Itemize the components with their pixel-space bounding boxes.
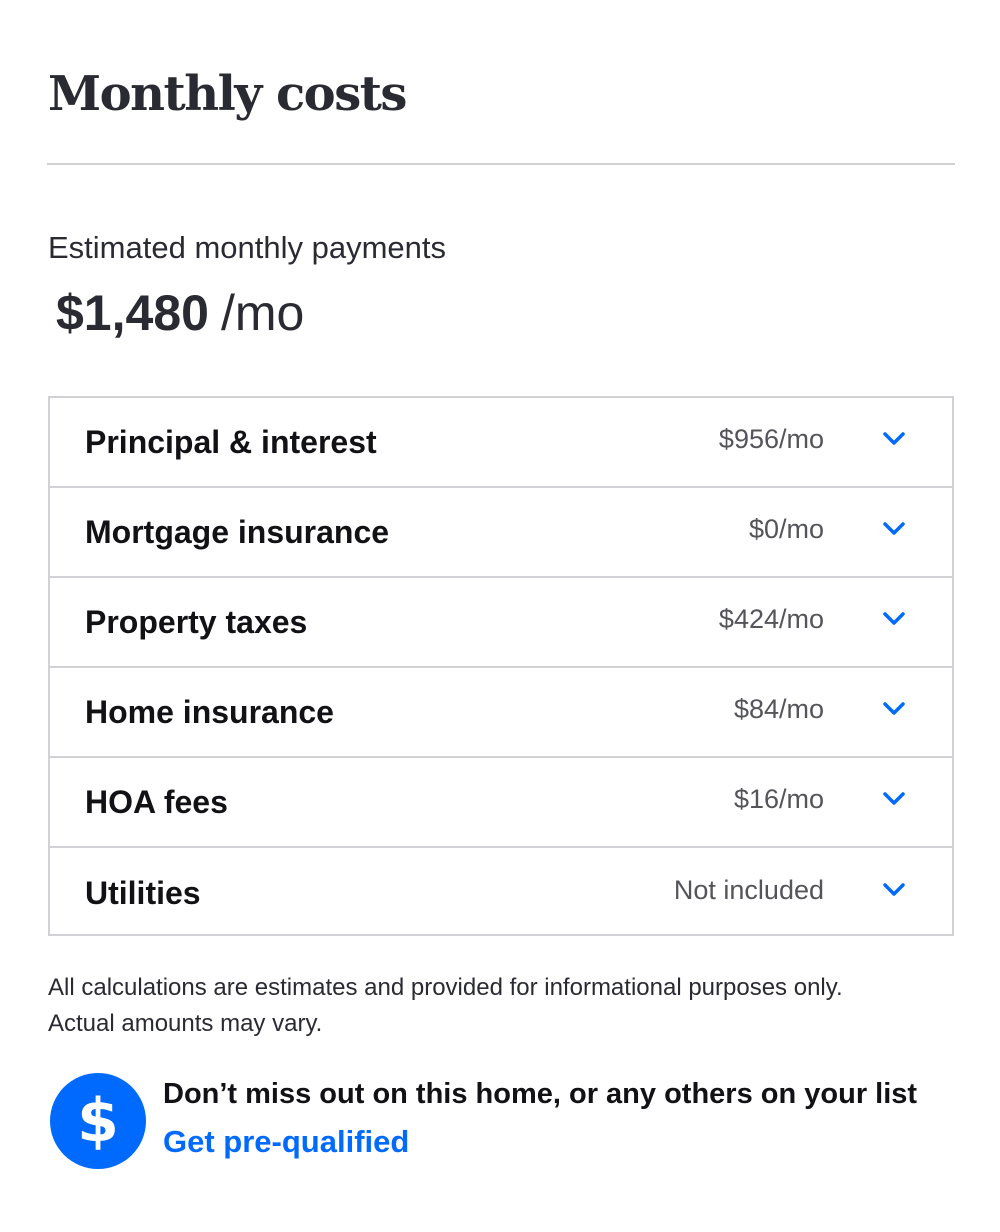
cost-label: Home insurance (85, 693, 334, 730)
disclaimer-line: All calculations are estimates and provi… (48, 974, 843, 1001)
cost-row-utilities[interactable]: Utilities Not included (50, 848, 952, 938)
chevron-down-icon[interactable] (882, 488, 906, 570)
cost-value: $16/mo (733, 783, 824, 814)
divider (47, 163, 955, 165)
disclaimer-line: Actual amounts may vary. (48, 1010, 323, 1037)
chevron-down-icon[interactable] (882, 848, 906, 932)
cost-row-mortgage-insurance[interactable]: Mortgage insurance $0/mo (50, 488, 952, 578)
cost-value: $84/mo (733, 693, 824, 724)
disclaimer: All calculations are estimates and provi… (48, 970, 948, 1042)
cost-row-home-insurance[interactable]: Home insurance $84/mo (50, 668, 952, 758)
cost-label: HOA fees (85, 783, 228, 820)
cost-label: Property taxes (85, 603, 308, 640)
monthly-total-amount: $1,480 (56, 285, 209, 341)
cost-label: Mortgage insurance (85, 513, 390, 550)
chevron-down-icon[interactable] (882, 578, 906, 660)
promo-text: Don’t miss out on this home, or any othe… (163, 1078, 918, 1110)
cost-row-principal-interest[interactable]: Principal & interest $956/mo (50, 398, 952, 488)
cost-value: $0/mo (748, 513, 824, 544)
cost-label: Utilities (85, 874, 201, 911)
estimated-payments-label: Estimated monthly payments (48, 230, 447, 265)
chevron-down-icon[interactable] (882, 398, 906, 480)
monthly-total-unit: /mo (220, 285, 305, 341)
cost-row-hoa-fees[interactable]: HOA fees $16/mo (50, 758, 952, 848)
monthly-total: $1,480/mo (56, 284, 304, 342)
chevron-down-icon[interactable] (882, 758, 906, 840)
cost-value: Not included (673, 874, 824, 905)
page-title: Monthly costs (48, 66, 407, 122)
cost-row-property-taxes[interactable]: Property taxes $424/mo (50, 578, 952, 668)
cost-label: Principal & interest (85, 423, 377, 460)
get-prequalified-link[interactable]: Get pre-qualified (163, 1124, 409, 1160)
cost-value: $424/mo (718, 603, 824, 634)
cost-breakdown-list: Principal & interest $956/mo Mortgage in… (48, 396, 954, 936)
chevron-down-icon[interactable] (882, 668, 906, 750)
dollar-icon: $ (50, 1073, 146, 1169)
cost-value: $956/mo (718, 423, 824, 454)
